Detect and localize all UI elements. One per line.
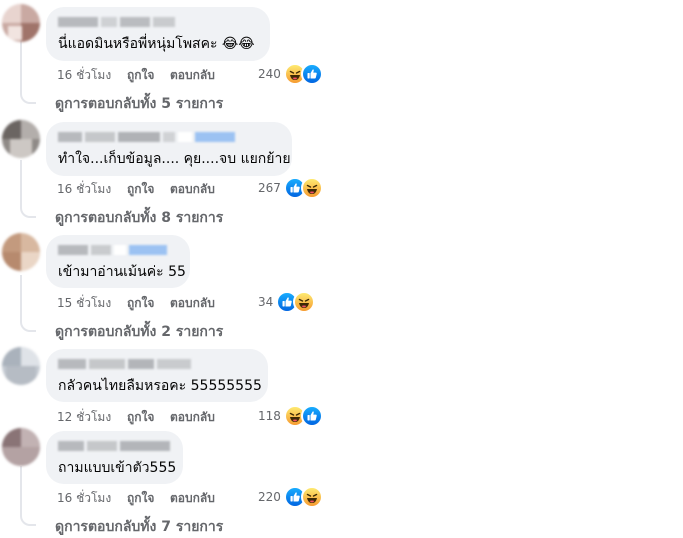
reply-button[interactable]: ตอบกลับ: [170, 408, 215, 427]
like-icon: [300, 405, 323, 427]
thread-line: [20, 275, 22, 322]
comment-timestamp[interactable]: 16 ชั่วโมง: [57, 180, 127, 199]
avatar[interactable]: [2, 347, 40, 385]
comment-text: นี่แอดมินหรือพี่หนุ่มโพสคะ 😂😂: [58, 36, 255, 52]
comment-text: ทำใจ...เก็บข้อมูล.... คุย....จบ แยกย้าย: [58, 151, 291, 167]
view-replies-link[interactable]: ดูการตอบกลับทั้ง 2 รายการ: [55, 321, 223, 343]
author-name[interactable]: [58, 359, 256, 371]
comment-text: เข้ามาอ่านเม้นค่ะ 55: [58, 264, 186, 280]
reaction-summary[interactable]: 220: [258, 486, 323, 508]
comment-bubble: กลัวคนไทยลืมหรอคะ 55555555: [46, 349, 268, 402]
like-button[interactable]: ถูกใจ: [127, 294, 158, 313]
comment-actions: 12 ชั่วโมง ถูกใจ ตอบกลับ: [57, 408, 227, 427]
reaction-count: 220: [258, 490, 281, 504]
reaction-summary[interactable]: 267: [258, 177, 323, 199]
comment-bubble: ถามแบบเข้าตัว555: [46, 431, 183, 484]
like-button[interactable]: ถูกใจ: [127, 66, 158, 85]
thread-line: [20, 160, 22, 208]
comment-bubble: นี่แอดมินหรือพี่หนุ่มโพสคะ 😂😂: [46, 7, 270, 61]
author-name[interactable]: [58, 132, 280, 144]
like-button[interactable]: ถูกใจ: [127, 408, 158, 427]
comment-timestamp[interactable]: 12 ชั่วโมง: [57, 408, 127, 427]
reaction-count: 118: [258, 409, 281, 423]
avatar[interactable]: [2, 4, 40, 42]
reaction-summary[interactable]: 118: [258, 405, 323, 427]
reply-button[interactable]: ตอบกลับ: [170, 294, 215, 313]
like-button[interactable]: ถูกใจ: [127, 180, 158, 199]
comment-timestamp[interactable]: 16 ชั่วโมง: [57, 66, 127, 85]
reply-button[interactable]: ตอบกลับ: [170, 180, 215, 199]
reaction-count: 267: [258, 181, 281, 195]
reply-connector: [20, 206, 36, 218]
reply-button[interactable]: ตอบกลับ: [170, 66, 215, 85]
comment-text: กลัวคนไทยลืมหรอคะ 55555555: [58, 378, 262, 394]
haha-icon: [300, 486, 323, 508]
like-icon: [300, 63, 323, 85]
comment-actions: 16 ชั่วโมง ถูกใจ ตอบกลับ: [57, 66, 227, 85]
comment-bubble: ทำใจ...เก็บข้อมูล.... คุย....จบ แยกย้าย: [46, 122, 292, 176]
reply-connector: [20, 514, 36, 526]
like-button[interactable]: ถูกใจ: [127, 489, 158, 508]
comment-bubble: เข้ามาอ่านเม้นค่ะ 55: [46, 235, 190, 288]
reply-connector: [20, 320, 36, 332]
comment-actions: 16 ชั่วโมง ถูกใจ ตอบกลับ: [57, 180, 227, 199]
comment-text: ถามแบบเข้าตัว555: [58, 460, 177, 476]
comment-timestamp[interactable]: 16 ชั่วโมง: [57, 489, 127, 508]
author-name[interactable]: [58, 441, 171, 453]
avatar[interactable]: [2, 428, 40, 466]
reaction-count: 240: [258, 67, 281, 81]
reaction-summary[interactable]: 34: [258, 291, 316, 313]
reaction-count: 34: [258, 295, 274, 309]
author-name[interactable]: [58, 17, 258, 29]
reaction-summary[interactable]: 240: [258, 63, 323, 85]
view-replies-link[interactable]: ดูการตอบกลับทั้ง 5 รายการ: [55, 93, 223, 115]
thread-line: [20, 466, 22, 516]
thread-line: [20, 40, 22, 94]
avatar[interactable]: [2, 120, 40, 158]
reply-connector: [20, 92, 36, 104]
comment-timestamp[interactable]: 15 ชั่วโมง: [57, 294, 127, 313]
avatar[interactable]: [2, 233, 40, 271]
view-replies-link[interactable]: ดูการตอบกลับทั้ง 8 รายการ: [55, 207, 223, 229]
author-name[interactable]: [58, 245, 178, 257]
reply-button[interactable]: ตอบกลับ: [170, 489, 215, 508]
haha-icon: [300, 177, 323, 199]
haha-icon: [293, 291, 316, 313]
comment-actions: 15 ชั่วโมง ถูกใจ ตอบกลับ: [57, 294, 227, 313]
comment-actions: 16 ชั่วโมง ถูกใจ ตอบกลับ: [57, 489, 227, 508]
